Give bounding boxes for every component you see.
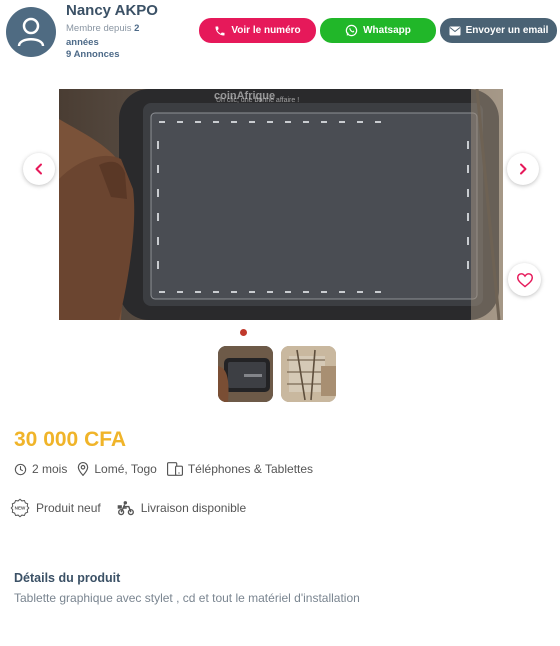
category[interactable]: Téléphones & Tablettes	[166, 462, 314, 476]
devices-icon	[166, 462, 183, 476]
whatsapp-label: Whatsapp	[363, 25, 411, 36]
posted-time: 2 mois	[14, 462, 67, 476]
heart-icon	[516, 272, 533, 287]
thumbnail-1-image	[218, 346, 273, 402]
category-text: Téléphones & Tablettes	[187, 462, 314, 476]
location[interactable]: Lomé, Togo	[77, 462, 157, 476]
clock-icon	[14, 463, 27, 475]
product-photo: coinAfrique Un clic, une bonne affaire !	[59, 89, 503, 320]
show-phone-label: Voir le numéro	[231, 25, 301, 36]
price: 30 000 CFA	[14, 428, 127, 451]
condition-badge-text: NEW	[15, 506, 26, 511]
pin-icon	[78, 462, 89, 476]
previous-image-button[interactable]	[23, 153, 55, 185]
posted-time-text: 2 mois	[32, 462, 68, 476]
listing-meta: 2 mois Lomé, Togo Téléphones & Tablettes	[14, 462, 323, 476]
chevron-left-icon	[35, 163, 42, 175]
phone-icon	[215, 26, 225, 35]
location-text: Lomé, Togo	[94, 462, 157, 476]
send-email-label: Envoyer un email	[465, 25, 549, 36]
mail-icon	[449, 26, 461, 35]
avatar[interactable]	[6, 7, 56, 57]
new-badge-icon: NEW	[10, 498, 30, 518]
next-image-button[interactable]	[507, 153, 539, 185]
user-icon	[17, 17, 45, 47]
whatsapp-button[interactable]: Whatsapp	[320, 18, 436, 43]
details-title: Détails du produit	[14, 571, 121, 585]
delivery-icon	[117, 501, 134, 516]
condition: NEW Produit neuf	[10, 498, 101, 518]
thumbnail-2[interactable]	[281, 346, 336, 402]
send-email-button[interactable]: Envoyer un email	[440, 18, 557, 43]
details-description: Tablette graphique avec stylet , cd et t…	[14, 591, 360, 605]
carousel-dot-active[interactable]	[240, 329, 247, 336]
show-phone-button[interactable]: Voir le numéro	[199, 18, 316, 43]
delivery-text: Livraison disponible	[140, 501, 247, 515]
thumbnail-1[interactable]	[218, 346, 273, 402]
delivery: Livraison disponible	[117, 500, 246, 516]
watermark-tagline: Un clic, une bonne affaire !	[216, 97, 299, 104]
product-image[interactable]: coinAfrique Un clic, une bonne affaire !	[59, 89, 503, 320]
listing-features: NEW Produit neuf Livraison disponible	[10, 498, 262, 518]
member-since-label: Membre depuis	[66, 23, 132, 34]
favorite-button[interactable]	[508, 263, 541, 296]
chevron-right-icon	[520, 163, 527, 175]
thumbnail-2-image	[281, 346, 336, 402]
seller-member-since: Membre depuis 2 années	[66, 22, 161, 49]
seller-ads-count[interactable]: 9 Annonces	[66, 49, 120, 60]
condition-text: Produit neuf	[36, 501, 101, 515]
seller-name[interactable]: Nancy AKPO	[66, 2, 158, 19]
whatsapp-icon	[345, 24, 358, 37]
